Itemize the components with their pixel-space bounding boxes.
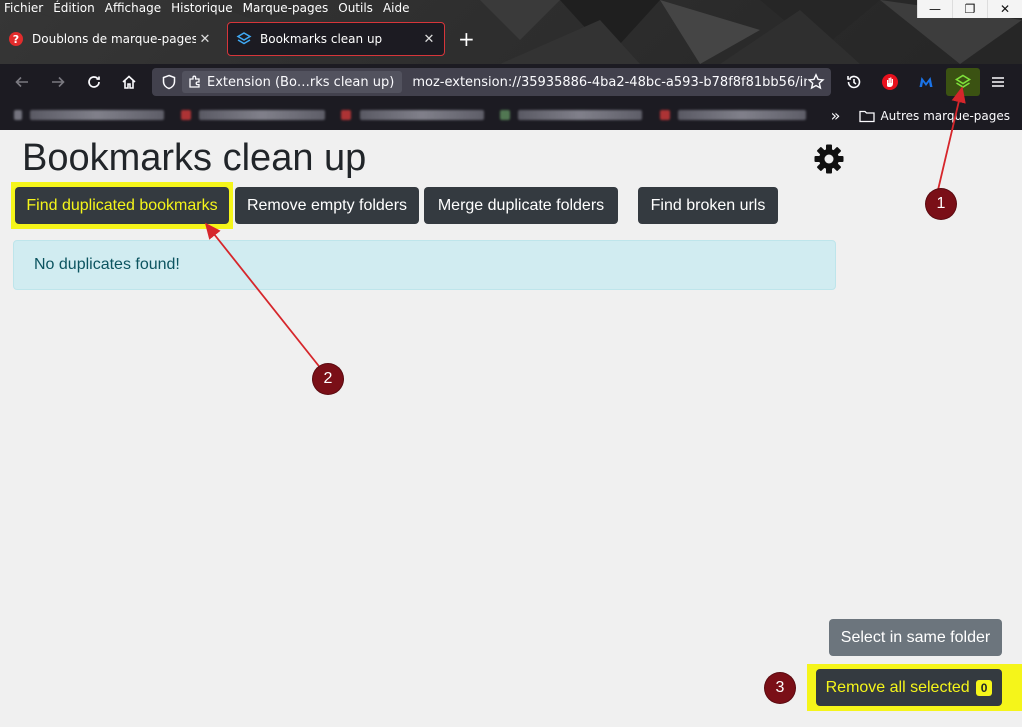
- window-controls: — ❐ ✕: [917, 0, 1022, 18]
- navigation-bar: Extension (Bo…rks clean up) moz-extensio…: [0, 64, 1022, 100]
- url-bar[interactable]: Extension (Bo…rks clean up) moz-extensio…: [152, 68, 831, 96]
- merge-duplicate-folders-button[interactable]: Merge duplicate folders: [424, 187, 618, 224]
- identity-box[interactable]: Extension (Bo…rks clean up): [182, 71, 403, 93]
- menu-tools[interactable]: Outils: [333, 0, 378, 16]
- gear-icon[interactable]: [813, 143, 845, 175]
- bookmarks-toolbar: » Autres marque-pages: [0, 100, 1022, 130]
- home-icon[interactable]: [117, 70, 141, 94]
- step-marker-3: 3: [765, 673, 795, 703]
- menu-help[interactable]: Aide: [378, 0, 415, 16]
- hamburger-menu-icon[interactable]: [986, 70, 1010, 94]
- bookmarks-other: » Autres marque-pages: [831, 106, 1010, 125]
- malwarebytes-icon[interactable]: [914, 70, 938, 94]
- other-bookmarks-label[interactable]: Autres marque-pages: [880, 109, 1010, 123]
- url-text[interactable]: moz-extension://35935886-4ba2-48bc-a593-…: [412, 75, 807, 90]
- bookmark-item-blurred[interactable]: [199, 110, 325, 120]
- bookmark-item-blurred[interactable]: [30, 110, 164, 120]
- folder-icon: [859, 109, 876, 123]
- browser-chrome: Fichier Édition Affichage Historique Mar…: [0, 0, 1022, 130]
- menu-history[interactable]: Historique: [166, 0, 238, 16]
- bookmark-favicon-blurred: [14, 110, 22, 120]
- no-duplicates-alert: No duplicates found!: [13, 240, 836, 290]
- step-marker-2: 2: [313, 364, 343, 394]
- forward-icon[interactable]: [46, 70, 70, 94]
- tab-bookmarks-clean-up[interactable]: Bookmarks clean up ✕: [227, 22, 445, 56]
- tab-label: Bookmarks clean up: [260, 32, 383, 46]
- bookmark-item-blurred[interactable]: [518, 110, 642, 120]
- menu-bookmarks[interactable]: Marque-pages: [238, 0, 334, 16]
- extension-icon: [188, 75, 202, 89]
- menu-edit[interactable]: Édition: [48, 0, 100, 16]
- close-window-button[interactable]: ✕: [987, 0, 1022, 18]
- layers-icon: [236, 31, 252, 47]
- bookmark-item-blurred[interactable]: [678, 110, 806, 120]
- history-icon[interactable]: [842, 70, 866, 94]
- reload-icon[interactable]: [82, 70, 106, 94]
- bookmark-item-blurred[interactable]: [360, 110, 484, 120]
- tab-close-button[interactable]: ✕: [420, 32, 438, 47]
- tab-doublons[interactable]: ? Doublons de marque-pages ✕: [0, 22, 220, 56]
- remove-all-selected-button[interactable]: Remove all selected 0: [816, 669, 1002, 706]
- menu-bar: Fichier Édition Affichage Historique Mar…: [0, 0, 700, 16]
- restore-button[interactable]: ❐: [952, 0, 987, 18]
- find-broken-urls-button[interactable]: Find broken urls: [638, 187, 778, 224]
- overflow-chevron-icon[interactable]: »: [831, 106, 841, 125]
- selected-count-badge: 0: [975, 679, 993, 696]
- page-title: Bookmarks clean up: [22, 137, 367, 179]
- svg-text:?: ?: [13, 33, 19, 46]
- minimize-button[interactable]: —: [917, 0, 952, 18]
- bookmarks-clean-up-extension-button[interactable]: [946, 68, 980, 96]
- bookmark-favicon-blurred: [341, 110, 351, 120]
- alert-text: No duplicates found!: [34, 256, 180, 273]
- menu-file[interactable]: Fichier: [0, 0, 48, 16]
- step-marker-1: 1: [926, 189, 956, 219]
- select-in-same-folder-button[interactable]: Select in same folder: [829, 619, 1002, 656]
- bookmark-favicon-blurred: [660, 110, 670, 120]
- adblock-icon[interactable]: [878, 70, 902, 94]
- back-icon[interactable]: [10, 70, 34, 94]
- tab-label: Doublons de marque-pages: [32, 32, 196, 46]
- bookmark-favicon-blurred: [181, 110, 191, 120]
- remove-all-label: Remove all selected: [825, 678, 970, 696]
- menu-view[interactable]: Affichage: [100, 0, 166, 16]
- question-icon: ?: [8, 31, 24, 47]
- remove-empty-folders-button[interactable]: Remove empty folders: [235, 187, 419, 224]
- new-tab-button[interactable]: +: [458, 29, 475, 49]
- tab-close-button[interactable]: ✕: [196, 32, 214, 47]
- identity-label: Extension (Bo…rks clean up): [207, 74, 395, 90]
- star-icon[interactable]: [807, 73, 825, 91]
- bookmark-favicon-blurred: [500, 110, 510, 120]
- shield-icon[interactable]: [161, 74, 177, 94]
- find-duplicated-bookmarks-button[interactable]: Find duplicated bookmarks: [15, 187, 229, 224]
